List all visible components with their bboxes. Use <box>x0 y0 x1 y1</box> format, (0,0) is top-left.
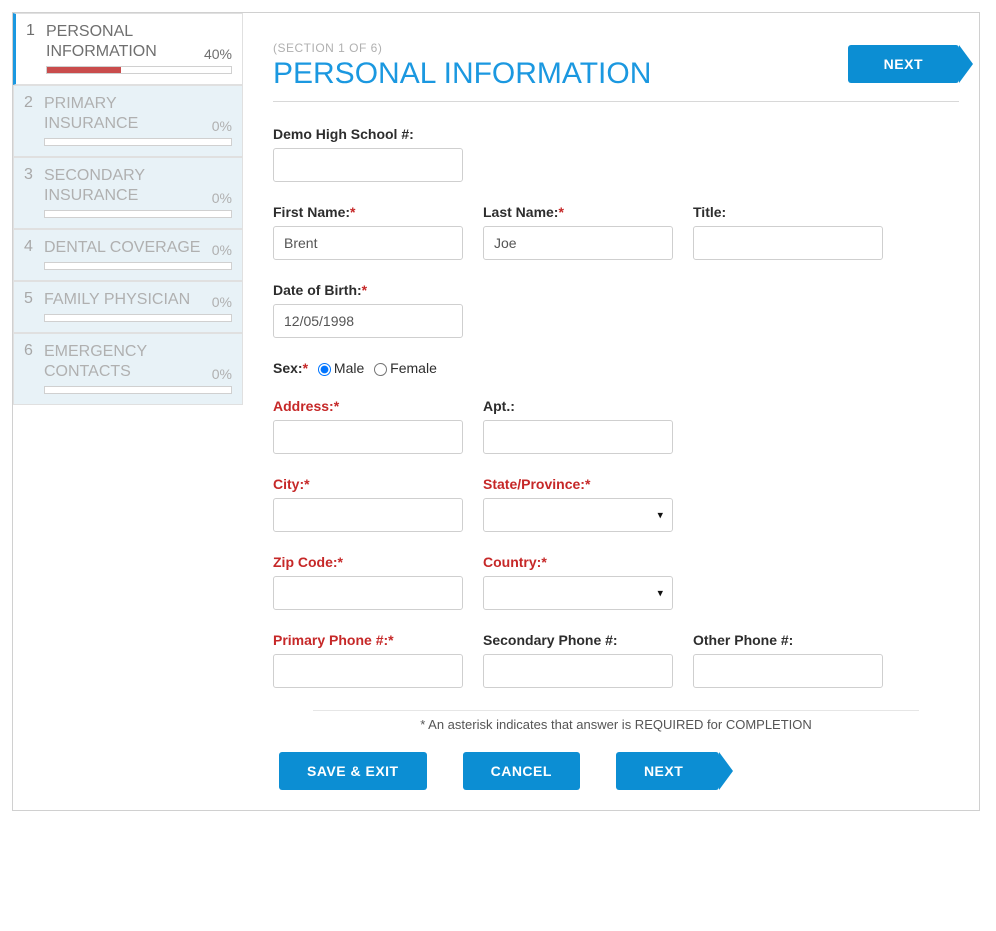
field-dob: Date of Birth:* <box>273 282 463 338</box>
last-name-label: Last Name:* <box>483 204 673 220</box>
step-number: 1 <box>26 22 38 40</box>
sex-female-radio[interactable] <box>374 363 387 376</box>
country-label: Country:* <box>483 554 673 570</box>
progress-bar <box>44 386 232 394</box>
secondary-phone-label: Secondary Phone #: <box>483 632 673 648</box>
city-label: City:* <box>273 476 463 492</box>
page-title: PERSONAL INFORMATION <box>273 57 651 91</box>
form-container: 1 PERSONAL INFORMATION 40% 2 PRIMARY INS… <box>12 12 980 811</box>
step-number: 2 <box>24 94 36 112</box>
field-zip: Zip Code:* <box>273 554 463 610</box>
sex-female-text: Female <box>390 360 437 376</box>
field-primary-phone: Primary Phone #:* <box>273 632 463 688</box>
address-input[interactable] <box>273 420 463 454</box>
next-button-bottom[interactable]: NEXT <box>616 752 719 790</box>
first-name-label: First Name:* <box>273 204 463 220</box>
title-input[interactable] <box>693 226 883 260</box>
step-number: 5 <box>24 290 36 308</box>
dob-input[interactable] <box>273 304 463 338</box>
step-label: PRIMARY INSURANCE <box>44 94 212 134</box>
apt-label: Apt.: <box>483 398 673 414</box>
main-content: (SECTION 1 OF 6) PERSONAL INFORMATION NE… <box>243 13 979 810</box>
step-label: EMERGENCY CONTACTS <box>44 342 212 382</box>
next-button-top[interactable]: NEXT <box>848 45 959 83</box>
step-secondary-insurance[interactable]: 3 SECONDARY INSURANCE 0% <box>13 157 243 229</box>
step-personal-information[interactable]: 1 PERSONAL INFORMATION 40% <box>13 13 243 85</box>
save-exit-button[interactable]: SAVE & EXIT <box>279 752 427 790</box>
sex-male-radio[interactable] <box>318 363 331 376</box>
city-input[interactable] <box>273 498 463 532</box>
section-counter: (SECTION 1 OF 6) <box>273 41 651 55</box>
required-footnote: * An asterisk indicates that answer is R… <box>313 710 919 738</box>
field-country: Country:* <box>483 554 673 610</box>
step-label: DENTAL COVERAGE <box>44 238 212 258</box>
other-phone-input[interactable] <box>693 654 883 688</box>
secondary-phone-input[interactable] <box>483 654 673 688</box>
step-percent: 0% <box>212 118 232 134</box>
field-state: State/Province:* <box>483 476 673 532</box>
field-school-number: Demo High School #: <box>273 126 463 182</box>
cancel-button[interactable]: CANCEL <box>463 752 580 790</box>
field-address: Address:* <box>273 398 463 454</box>
step-label: SECONDARY INSURANCE <box>44 166 212 206</box>
primary-phone-label: Primary Phone #:* <box>273 632 463 648</box>
field-city: City:* <box>273 476 463 532</box>
zip-input[interactable] <box>273 576 463 610</box>
field-secondary-phone: Secondary Phone #: <box>483 632 673 688</box>
state-select[interactable] <box>483 498 673 532</box>
step-label: PERSONAL INFORMATION <box>46 22 204 62</box>
last-name-input[interactable] <box>483 226 673 260</box>
progress-bar <box>44 138 232 146</box>
progress-bar <box>46 66 232 74</box>
field-apt: Apt.: <box>483 398 673 454</box>
step-emergency-contacts[interactable]: 6 EMERGENCY CONTACTS 0% <box>13 333 243 405</box>
field-sex: Sex:* Male Female <box>273 360 959 376</box>
field-first-name: First Name:* <box>273 204 463 260</box>
step-number: 3 <box>24 166 36 184</box>
sex-male-text: Male <box>334 360 364 376</box>
step-number: 4 <box>24 238 36 256</box>
step-label: FAMILY PHYSICIAN <box>44 290 212 310</box>
other-phone-label: Other Phone #: <box>693 632 883 648</box>
zip-label: Zip Code:* <box>273 554 463 570</box>
step-primary-insurance[interactable]: 2 PRIMARY INSURANCE 0% <box>13 85 243 157</box>
first-name-input[interactable] <box>273 226 463 260</box>
sex-label: Sex:* <box>273 360 308 376</box>
step-percent: 0% <box>212 294 232 310</box>
state-label: State/Province:* <box>483 476 673 492</box>
dob-label: Date of Birth:* <box>273 282 463 298</box>
country-select[interactable] <box>483 576 673 610</box>
school-label: Demo High School #: <box>273 126 463 142</box>
divider <box>273 101 959 102</box>
step-percent: 0% <box>212 190 232 206</box>
address-label: Address:* <box>273 398 463 414</box>
field-title: Title: <box>693 204 883 260</box>
step-percent: 0% <box>212 366 232 382</box>
step-dental-coverage[interactable]: 4 DENTAL COVERAGE 0% <box>13 229 243 281</box>
title-label: Title: <box>693 204 883 220</box>
school-input[interactable] <box>273 148 463 182</box>
progress-bar <box>44 262 232 270</box>
step-family-physician[interactable]: 5 FAMILY PHYSICIAN 0% <box>13 281 243 333</box>
field-last-name: Last Name:* <box>483 204 673 260</box>
progress-bar <box>44 210 232 218</box>
progress-bar <box>44 314 232 322</box>
step-number: 6 <box>24 342 36 360</box>
field-other-phone: Other Phone #: <box>693 632 883 688</box>
primary-phone-input[interactable] <box>273 654 463 688</box>
apt-input[interactable] <box>483 420 673 454</box>
sidebar: 1 PERSONAL INFORMATION 40% 2 PRIMARY INS… <box>13 13 243 810</box>
step-percent: 0% <box>212 242 232 258</box>
step-percent: 40% <box>204 46 232 62</box>
